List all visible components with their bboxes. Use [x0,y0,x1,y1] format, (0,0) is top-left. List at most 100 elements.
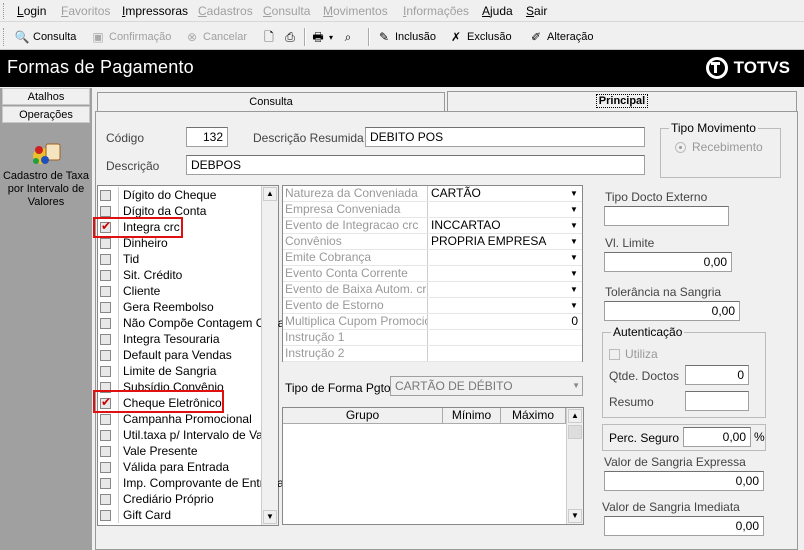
property-value[interactable]: ▼ [428,250,582,265]
grupo-table[interactable]: Grupo Mínimo Máximo ▲ ▼ [282,407,584,525]
chevron-down-icon[interactable]: ▼ [568,220,580,231]
descricao-field[interactable]: DEBPOS [186,155,645,175]
property-row[interactable]: Multiplica Cupom Promocional 0 [283,314,582,330]
property-row[interactable]: Evento de Baixa Autom. crc ▼ [283,282,582,298]
checkbox-icon[interactable] [100,461,111,473]
vl-limite-field[interactable]: 0,00 [604,252,732,272]
checklist-item[interactable]: Tid [98,251,262,267]
property-row[interactable]: Emite Cobrança ▼ [283,250,582,266]
codigo-field[interactable]: 132 [186,127,228,147]
utiliza-checkbox[interactable]: Utiliza [609,347,658,361]
exclusao-button[interactable]: ✗ Exclusão [448,29,512,45]
tab-consulta[interactable]: Consulta [97,92,445,112]
checklist-item[interactable]: Dígito do Cheque [98,187,262,203]
chevron-down-icon[interactable]: ▼ [568,188,580,199]
checklist-item[interactable]: Gera Reembolso [98,299,262,315]
perc-seguro-field[interactable]: 0,00 [683,427,751,447]
checkbox-icon[interactable] [100,285,111,297]
print-preview-button[interactable]: ⎙ [282,29,298,45]
checkbox-icon[interactable] [100,413,111,425]
checkbox-icon[interactable] [100,253,111,265]
property-row[interactable]: Evento de Integracao crc INCCARTAO ▼ [283,218,582,234]
property-row[interactable]: Evento de Estorno ▼ [283,298,582,314]
checklist-item[interactable]: Limite de Sangria [98,363,262,379]
checkbox-icon[interactable] [100,477,111,489]
chevron-down-icon[interactable]: ▼ [568,268,580,279]
property-value[interactable]: PROPRIA EMPRESA ▼ [428,234,582,249]
checklist-scrollbar[interactable]: ▲ ▼ [261,186,278,525]
scroll-down-icon[interactable]: ▼ [568,509,582,523]
property-value[interactable]: ▼ [428,266,582,281]
checklist-item[interactable]: Util.taxa p/ Intervalo de Valor. [98,427,279,443]
sangria-expressa-field[interactable]: 0,00 [604,471,764,491]
property-row[interactable]: Empresa Conveniada ▼ [283,202,582,218]
consulta-button[interactable]: 🔍 Consulta [14,29,77,45]
checkbox-icon[interactable] [100,333,111,345]
checkbox-icon[interactable] [100,205,111,217]
descricao-resumida-field[interactable]: DEBITO POS [365,127,645,147]
menu-movimentos[interactable]: Movimentos [323,4,388,18]
checklist-item[interactable]: Integra Tesouraria [98,331,262,347]
tab-operacoes[interactable]: Operações [2,106,90,123]
property-value[interactable]: ▼ [428,202,582,217]
property-row[interactable]: Instrução 1 [283,330,582,346]
chevron-down-icon[interactable]: ▼ [568,204,580,215]
tab-principal[interactable]: Principal [447,91,797,112]
sidebar-item-taxa-intervalo[interactable]: Cadastro de Taxa por Intervalo de Valore… [2,170,90,209]
checkbox-icon[interactable] [100,493,111,505]
inclusao-button[interactable]: ✎ Inclusão [376,29,436,45]
confirmacao-button[interactable]: ▣ Confirmação [90,29,171,45]
new-document-button[interactable]: 🗋 [261,29,277,45]
scroll-down-icon[interactable]: ▼ [263,510,277,524]
col-grupo[interactable]: Grupo [283,408,443,424]
property-row[interactable]: Instrução 2 [283,346,582,362]
checklist-item[interactable]: Sit. Crédito [98,267,262,283]
property-row[interactable]: Natureza da Conveniada CARTÃO ▼ [283,186,582,202]
checkbox-icon[interactable] [100,509,111,521]
checklist-item[interactable]: Gift Card [98,507,262,523]
checkbox-icon[interactable] [100,237,111,249]
checkbox-icon[interactable] [100,301,111,313]
chevron-down-icon[interactable]: ▼ [568,284,580,295]
checkbox-icon[interactable] [100,269,111,281]
print-button[interactable]: 🖶 ▾ [310,29,333,45]
recebimento-radio[interactable]: Recebimento [675,140,763,154]
property-row[interactable]: Convênios PROPRIA EMPRESA ▼ [283,234,582,250]
checklist-item[interactable]: Crediário Próprio [98,491,262,507]
menu-login[interactable]: Login [17,4,46,18]
property-value[interactable]: ▼ [428,298,582,313]
property-value[interactable] [428,346,582,361]
checkbox-icon[interactable] [100,445,111,457]
checkbox-icon[interactable] [100,317,111,329]
checkbox-icon[interactable] [100,189,111,201]
property-value[interactable]: ▼ [428,282,582,297]
scroll-thumb[interactable] [568,425,582,439]
checklist-item[interactable]: Vale Presente [98,443,262,459]
cancelar-button[interactable]: ⊗ Cancelar [184,29,247,45]
tab-atalhos[interactable]: Atalhos [2,88,90,105]
chevron-down-icon[interactable]: ▼ [568,300,580,311]
find-button[interactable]: ⌕ [340,29,356,45]
tipo-docto-externo-field[interactable] [604,206,729,226]
checklist-item[interactable]: Campanha Promocional [98,411,262,427]
menu-informacoes[interactable]: Informações [403,4,469,18]
qtde-doctos-field[interactable]: 0 [685,365,749,385]
menu-cadastros[interactable]: Cadastros [198,4,253,18]
property-value[interactable]: 0 [428,314,582,329]
property-value[interactable] [428,330,582,345]
tipo-forma-pgto-select[interactable]: CARTÃO DE DÉBITO ▼ [390,376,583,396]
checklist-item[interactable]: Válida para Entrada [98,459,262,475]
chevron-down-icon[interactable]: ▼ [568,252,580,263]
property-row[interactable]: Evento Conta Corrente ▼ [283,266,582,282]
alteracao-button[interactable]: ✐ Alteração [528,29,594,45]
scroll-up-icon[interactable]: ▲ [568,409,582,423]
checkbox-icon[interactable] [100,349,111,361]
checkbox-icon[interactable] [100,365,111,377]
checklist-item[interactable]: Cliente [98,283,262,299]
col-minimo[interactable]: Mínimo [443,408,501,424]
checklist-item[interactable]: Não Compõe Contagem Cega [98,315,284,331]
chevron-down-icon[interactable]: ▼ [568,236,580,247]
property-value[interactable]: CARTÃO ▼ [428,186,582,201]
sangria-imediata-field[interactable]: 0,00 [604,516,764,536]
checklist-item[interactable]: Default para Vendas [98,347,262,363]
